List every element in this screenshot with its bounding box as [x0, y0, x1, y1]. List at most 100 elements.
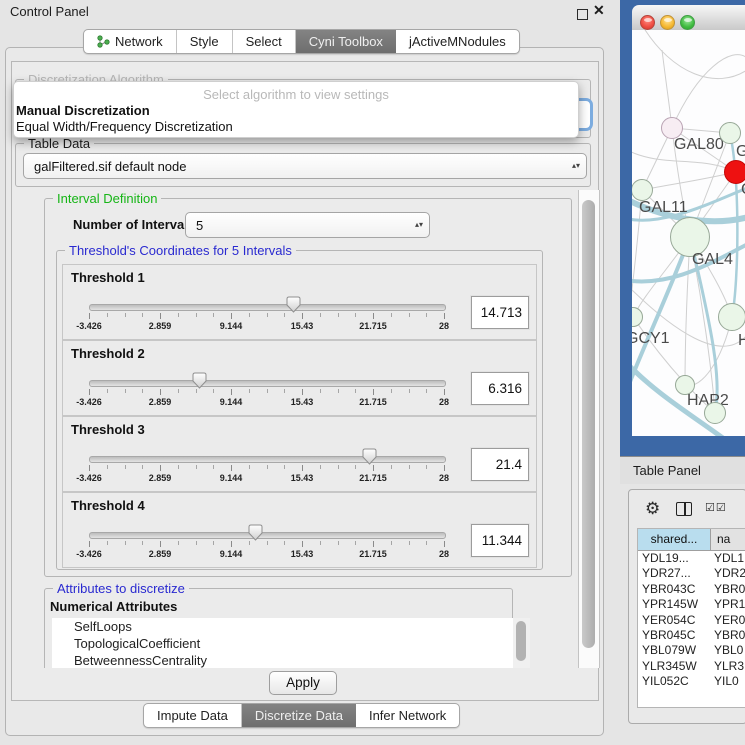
- apply-button[interactable]: Apply: [269, 671, 337, 695]
- table-data-group: Table Data galFiltered.sif default node …: [15, 143, 591, 187]
- number-of-intervals-combobox[interactable]: 5 ▴▾: [185, 212, 430, 238]
- cell-name[interactable]: YLR3: [710, 659, 745, 674]
- network-node[interactable]: [704, 402, 726, 424]
- numerical-attributes-list[interactable]: SelfLoopsTopologicalCoefficientBetweenne…: [52, 618, 513, 668]
- table-row[interactable]: YDR27...YDR2: [638, 566, 745, 581]
- threshold-value-field[interactable]: 14.713: [471, 296, 529, 329]
- cell-name[interactable]: YPR1: [710, 597, 745, 612]
- table-row[interactable]: YLR345WYLR3: [638, 659, 745, 674]
- attribute-list-item[interactable]: BetweennessCentrality: [52, 652, 513, 668]
- minor-tick: [409, 541, 410, 545]
- float-window-icon[interactable]: [577, 9, 588, 20]
- attributes-scrollbar-thumb[interactable]: [516, 621, 526, 661]
- cell-shared-name[interactable]: YDL19...: [638, 551, 710, 566]
- table-row[interactable]: YER054CYER0: [638, 613, 745, 628]
- major-tick: [302, 313, 303, 319]
- table-panel-titlebar: Table Panel: [620, 457, 745, 484]
- minor-tick: [284, 465, 285, 469]
- cell-name[interactable]: YBL0: [710, 643, 745, 658]
- table-data-selected-value: galFiltered.sif default node: [24, 159, 566, 174]
- network-node-ga[interactable]: [719, 122, 741, 144]
- gear-icon[interactable]: ⚙: [645, 499, 660, 519]
- table-row[interactable]: YDL19...YDL1: [638, 551, 745, 566]
- tick-label: 2.859: [149, 321, 172, 331]
- cell-shared-name[interactable]: YBR045C: [638, 628, 710, 643]
- threshold-row: Threshold 1-3.4262.8599.14415.4321.71528…: [62, 264, 537, 340]
- cell-shared-name[interactable]: YBL079W: [638, 643, 710, 658]
- threshold-slider-track[interactable]: [89, 456, 446, 463]
- threshold-slider-track[interactable]: [89, 304, 446, 311]
- major-tick: [444, 465, 445, 471]
- numerical-attributes-label: Numerical Attributes: [50, 599, 177, 614]
- cell-name[interactable]: YDL1: [710, 551, 745, 566]
- cell-shared-name[interactable]: YER054C: [638, 613, 710, 628]
- control-panel-tabs: Network Style Select Cyni Toolbox jActiv…: [83, 29, 520, 54]
- attributes-list-scrollbar[interactable]: [513, 618, 530, 668]
- threshold-label: Threshold 4: [71, 498, 145, 513]
- attributes-group-title: Attributes to discretize: [53, 581, 189, 596]
- column-layout-icon[interactable]: [676, 502, 692, 516]
- cell-shared-name[interactable]: YPR145W: [638, 597, 710, 612]
- tab-impute-data[interactable]: Impute Data: [144, 704, 242, 727]
- cell-shared-name[interactable]: YLR345W: [638, 659, 710, 674]
- minor-tick: [196, 541, 197, 545]
- node-attribute-table[interactable]: shared... na YDL19...YDL1YDR27...YDR2YBR…: [637, 528, 745, 708]
- network-window-titlebar[interactable]: [632, 5, 745, 31]
- table-row[interactable]: YBR043CYBR0: [638, 582, 745, 597]
- cell-name[interactable]: YIL0: [710, 674, 745, 689]
- cell-shared-name[interactable]: YIL052C: [638, 674, 710, 689]
- minimize-traffic-light[interactable]: [660, 15, 675, 30]
- tick-label: 28: [439, 549, 449, 559]
- threshold-slider-handle[interactable]: [362, 448, 377, 465]
- attribute-list-item[interactable]: TopologicalCoefficient: [52, 635, 513, 652]
- menu-item-manual-discretization[interactable]: Manual Discretization: [16, 103, 150, 118]
- cell-shared-name[interactable]: YBR043C: [638, 582, 710, 597]
- cell-name[interactable]: YBR0: [710, 582, 745, 597]
- threshold-slider-handle[interactable]: [248, 524, 263, 541]
- minor-tick: [391, 541, 392, 545]
- tab-select[interactable]: Select: [233, 30, 296, 53]
- table-data-combobox[interactable]: galFiltered.sif default node ▴▾: [23, 153, 587, 179]
- table-row[interactable]: YBR045CYBR0: [638, 628, 745, 643]
- attribute-list-item[interactable]: SelfLoops: [52, 618, 513, 635]
- threshold-slider-handle[interactable]: [286, 296, 301, 313]
- tick-label: 21.715: [359, 549, 387, 559]
- column-header-shared-name[interactable]: shared...: [638, 529, 711, 550]
- table-row[interactable]: YIL052CYIL0: [638, 674, 745, 689]
- cell-name[interactable]: YER0: [710, 613, 745, 628]
- major-tick: [373, 465, 374, 471]
- tab-cyni-toolbox[interactable]: Cyni Toolbox: [296, 30, 396, 53]
- table-row[interactable]: YPR145WYPR1: [638, 597, 745, 612]
- menu-item-equal-width-frequency[interactable]: Equal Width/Frequency Discretization: [16, 119, 233, 134]
- network-node-h[interactable]: [718, 303, 745, 331]
- minor-tick: [409, 389, 410, 393]
- threshold-slider-track[interactable]: [89, 380, 446, 387]
- threshold-slider-track[interactable]: [89, 532, 446, 539]
- close-traffic-light[interactable]: [640, 15, 655, 30]
- network-node-gal11[interactable]: [632, 179, 653, 201]
- tab-jactivemnodules[interactable]: jActiveMNodules: [396, 30, 519, 53]
- tab-discretize-data[interactable]: Discretize Data: [242, 704, 356, 727]
- network-canvas[interactable]: GAL80GACGAL11GAL4GCY1HHAP2: [632, 30, 745, 436]
- zoom-traffic-light[interactable]: [680, 15, 695, 30]
- threshold-slider-handle[interactable]: [192, 372, 207, 389]
- cell-name[interactable]: YDR2: [710, 566, 745, 581]
- minor-tick: [338, 313, 339, 317]
- tab-infer-network[interactable]: Infer Network: [356, 704, 459, 727]
- tab-network[interactable]: Network: [84, 30, 177, 53]
- close-icon[interactable]: ✕: [593, 2, 605, 19]
- network-node-label: GA: [736, 143, 745, 161]
- main-scrollbar-track[interactable]: [578, 190, 600, 668]
- minor-tick: [249, 541, 250, 545]
- threshold-value-field[interactable]: 21.4: [471, 448, 529, 481]
- cell-name[interactable]: YBR0: [710, 628, 745, 643]
- tab-style[interactable]: Style: [177, 30, 233, 53]
- checkbox-icons[interactable]: ☑☑: [705, 501, 727, 514]
- network-node-label: H: [738, 332, 745, 350]
- table-row[interactable]: YBL079WYBL0: [638, 643, 745, 658]
- main-scrollbar-thumb[interactable]: [582, 200, 595, 648]
- threshold-value-field[interactable]: 6.316: [471, 372, 529, 405]
- threshold-value-field[interactable]: 11.344: [471, 524, 529, 557]
- column-header-name[interactable]: na: [711, 529, 745, 550]
- cell-shared-name[interactable]: YDR27...: [638, 566, 710, 581]
